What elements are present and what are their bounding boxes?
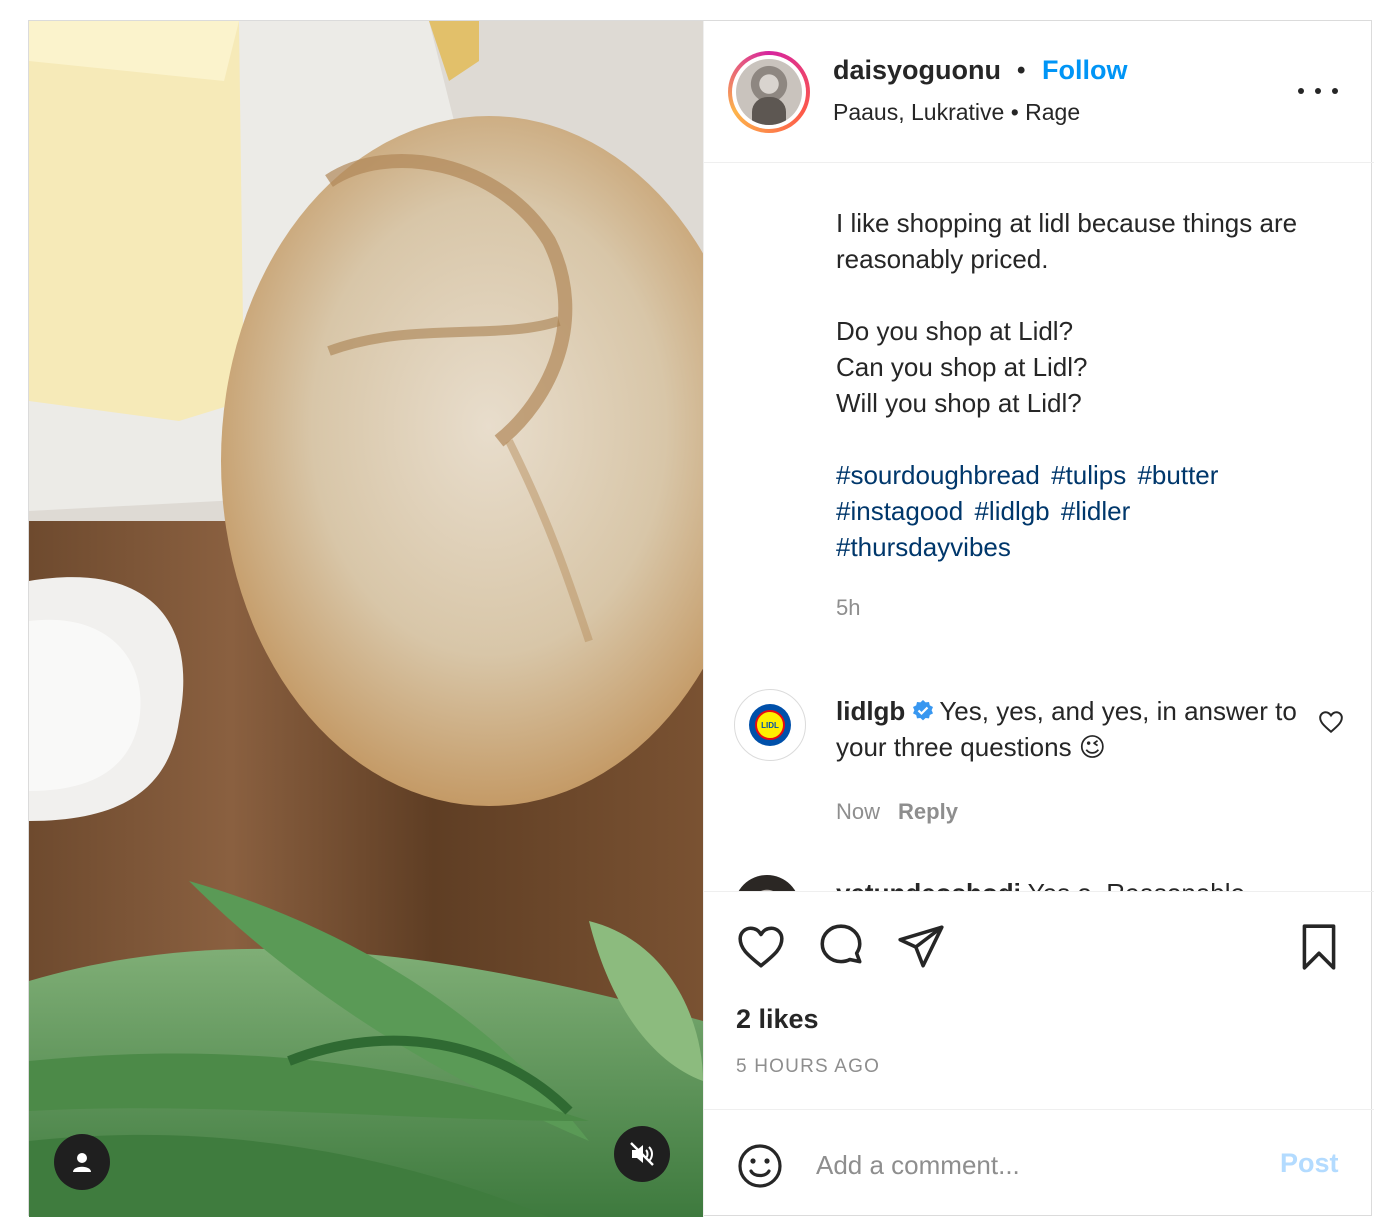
header-separator: •	[1017, 57, 1026, 84]
like-comment-heart-icon[interactable]	[1318, 709, 1344, 735]
more-options-button[interactable]	[1298, 81, 1338, 101]
hashtag-list: #sourdoughbread #tulips #butter #instago…	[836, 457, 1306, 565]
post-location[interactable]: Paaus, Lukrative • Rage	[833, 99, 1080, 126]
comment-username[interactable]: lidlgb	[836, 696, 905, 726]
comment-composer: Post	[704, 1109, 1374, 1217]
comments-section[interactable]: I like shopping at lidl because things a…	[704, 163, 1374, 891]
hashtag-link[interactable]: #thursdayvibes	[836, 532, 1011, 562]
more-dot-icon	[1315, 88, 1321, 94]
mute-toggle-button[interactable]	[614, 1126, 670, 1182]
author-avatar[interactable]	[728, 51, 810, 133]
caption-timestamp[interactable]: 5h	[836, 595, 860, 621]
hashtag-link[interactable]: #tulips	[1051, 460, 1126, 490]
muted-speaker-icon	[630, 1142, 654, 1166]
more-dot-icon	[1298, 88, 1304, 94]
comment-time[interactable]: Now	[836, 799, 880, 824]
author-username[interactable]: daisyoguonu	[833, 55, 1001, 86]
reply-button[interactable]: Reply	[898, 799, 958, 824]
post-sidebar: daisyoguonu • Follow Paaus, Lukrative • …	[703, 21, 1374, 1217]
comment-text: Yes o. Reasonable	[1028, 878, 1245, 891]
hashtag-link[interactable]: #lidlgb	[974, 496, 1049, 526]
emoji-icon[interactable]	[736, 1142, 784, 1190]
hashtag-link[interactable]: #lidler	[1061, 496, 1130, 526]
post-media[interactable]	[29, 21, 703, 1217]
comment-body: yetundeoshodi Yes o. Reasonable	[836, 875, 1306, 891]
post-photo	[29, 21, 703, 1217]
comment-avatar-yetundeoshodi[interactable]	[734, 875, 800, 891]
comment-icon[interactable]	[816, 922, 866, 972]
verified-badge-icon	[913, 700, 934, 721]
hashtag-link[interactable]: #sourdoughbread	[836, 460, 1040, 490]
comment-body: lidlgb Yes, yes, and yes, in answer to y…	[836, 693, 1306, 765]
user-tag-icon	[73, 1153, 91, 1172]
lidl-logo: LIDL	[749, 704, 791, 746]
comment-meta: Now Reply	[836, 799, 958, 825]
comment-input[interactable]	[816, 1140, 1256, 1190]
post-comment-button[interactable]: Post	[1280, 1148, 1339, 1179]
comment-username[interactable]: yetundeoshodi	[836, 878, 1021, 891]
post-caption: I like shopping at lidl because things a…	[836, 208, 1298, 418]
post-header: daisyoguonu • Follow Paaus, Lukrative • …	[704, 21, 1374, 163]
likes-count[interactable]: 2 likes	[736, 1004, 819, 1035]
more-dot-icon	[1332, 88, 1338, 94]
hashtag-link[interactable]: #butter	[1137, 460, 1218, 490]
heart-icon[interactable]	[736, 922, 786, 972]
hashtag-link[interactable]: #instagood	[836, 496, 963, 526]
post-card: daisyoguonu • Follow Paaus, Lukrative • …	[28, 20, 1374, 1217]
post-actions: 2 likes 5 HOURS AGO	[704, 891, 1374, 1109]
post-timestamp[interactable]: 5 HOURS AGO	[736, 1056, 880, 1078]
share-icon[interactable]	[896, 922, 946, 972]
comment-avatar-lidlgb[interactable]: LIDL	[734, 689, 806, 761]
bookmark-icon[interactable]	[1294, 922, 1344, 972]
follow-button[interactable]: Follow	[1042, 55, 1127, 86]
user-tag-button[interactable]	[54, 1134, 110, 1190]
